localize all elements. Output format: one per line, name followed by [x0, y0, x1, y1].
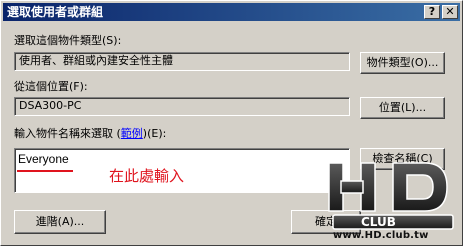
close-button[interactable]: ✕: [442, 5, 458, 19]
object-type-label: 選取這個物件類型(S):: [14, 34, 122, 47]
advanced-button[interactable]: 進階(A)...: [14, 210, 106, 234]
object-names-label-suffix: )(E):: [142, 127, 167, 140]
entered-name-text: Everyone: [18, 152, 69, 166]
title-bar[interactable]: 選取使用者或群組 ? ✕: [3, 3, 460, 21]
location-field: DSA300-PC: [14, 97, 350, 116]
watermark-url: www.HD.club.tw: [333, 230, 429, 241]
object-names-input[interactable]: Everyone 在此處輸入: [14, 148, 350, 193]
select-users-dialog: 選取使用者或群組 ? ✕ 選取這個物件類型(S): 使用者、群組或內建安全性主體…: [0, 0, 463, 246]
enter-here-annotation: 在此處輸入: [109, 167, 185, 185]
object-types-button[interactable]: 物件類型(O)...: [360, 52, 445, 74]
location-label: 從這個位置(F):: [14, 80, 88, 93]
help-button[interactable]: ?: [424, 5, 440, 19]
object-type-field: 使用者、群組或內建安全性主體: [14, 52, 350, 71]
object-names-label-prefix: 輸入物件名稱來選取 (: [14, 127, 121, 140]
window-title: 選取使用者或群組: [7, 5, 104, 19]
object-names-label: 輸入物件名稱來選取 (範例)(E):: [14, 127, 166, 141]
locations-button[interactable]: 位置(L)...: [360, 97, 445, 119]
wm-club-text: CLUB: [361, 215, 396, 229]
examples-link[interactable]: 範例: [121, 127, 143, 140]
red-underline-annotation: [17, 170, 73, 172]
